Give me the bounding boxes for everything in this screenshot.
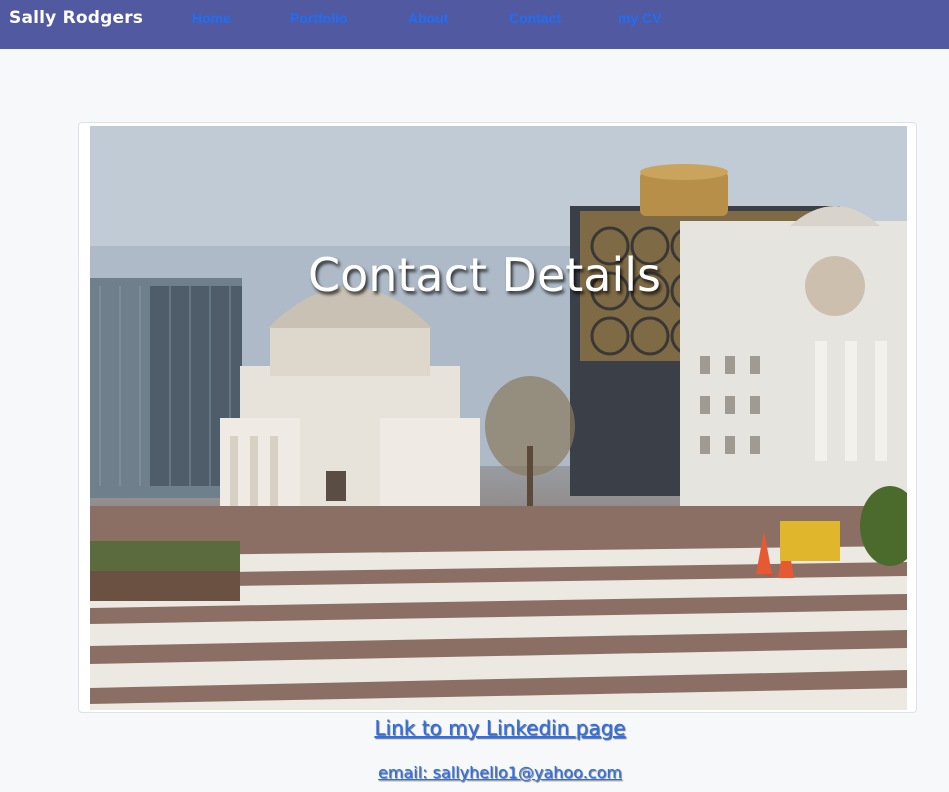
nav-link-contact[interactable]: Contact — [509, 10, 561, 26]
nav-link-home[interactable]: Home — [192, 10, 231, 26]
hero-image: Contact Details — [90, 126, 907, 710]
nav-link-portfolio[interactable]: Portfolio — [290, 10, 348, 26]
navbar: Sally Rodgers Home Portfolio About Conta… — [0, 0, 949, 49]
nav-link-about[interactable]: About — [408, 10, 448, 26]
linkedin-link[interactable]: Link to my Linkedin page — [0, 716, 949, 740]
hero-title: Contact Details — [307, 248, 662, 302]
city-square-illustration — [90, 126, 907, 710]
nav-link-cv[interactable]: my CV — [618, 10, 662, 26]
email-link[interactable]: email: sallyhello1@yahoo.com — [0, 763, 949, 782]
brand-link[interactable]: Sally Rodgers — [9, 8, 143, 28]
